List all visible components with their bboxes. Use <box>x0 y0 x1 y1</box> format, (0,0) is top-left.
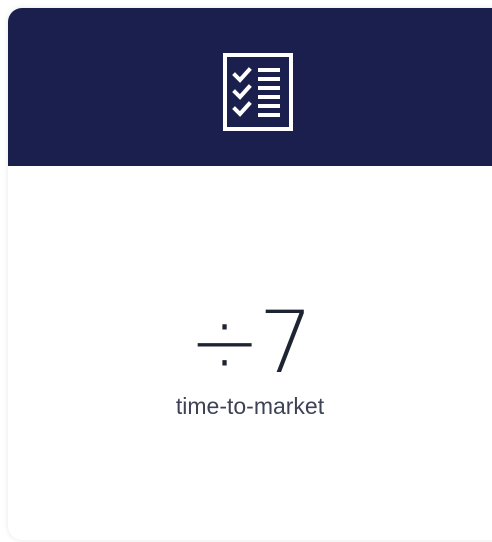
metric-card: ÷7 time-to-market <box>8 8 492 540</box>
card-header <box>8 8 492 166</box>
metric-label: time-to-market <box>175 393 325 419</box>
card-body: ÷7 time-to-market <box>8 166 492 540</box>
checklist-icon <box>223 53 293 131</box>
metric-value: ÷7 <box>188 293 314 393</box>
